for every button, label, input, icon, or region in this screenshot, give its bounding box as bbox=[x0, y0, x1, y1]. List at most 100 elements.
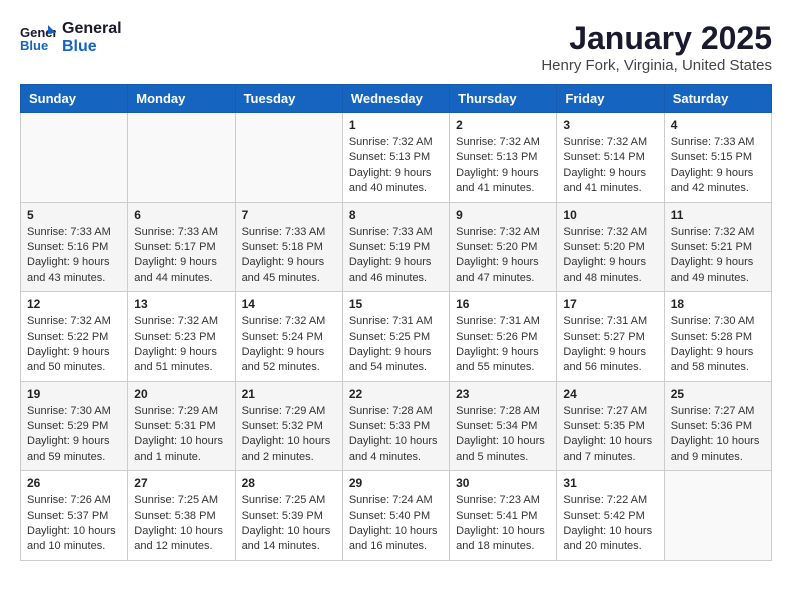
day-info: Sunrise: 7:27 AM Sunset: 5:35 PM Dayligh… bbox=[563, 404, 657, 466]
header-row: Sunday Monday Tuesday Wednesday Thursday… bbox=[21, 85, 772, 113]
header-thursday: Thursday bbox=[450, 85, 557, 113]
day-number: 1 bbox=[349, 118, 443, 132]
table-row: 15 Sunrise: 7:31 AM Sunset: 5:25 PM Dayli… bbox=[342, 292, 449, 382]
day-number: 17 bbox=[563, 297, 657, 311]
table-row: 7 Sunrise: 7:33 AM Sunset: 5:18 PM Daylig… bbox=[235, 202, 342, 292]
week-row-5: 26 Sunrise: 7:26 AM Sunset: 5:37 PM Dayli… bbox=[21, 471, 772, 561]
table-row: 27 Sunrise: 7:25 AM Sunset: 5:38 PM Dayli… bbox=[128, 471, 235, 561]
header-saturday: Saturday bbox=[664, 85, 771, 113]
logo-wordmark: General Blue bbox=[62, 20, 122, 55]
day-number: 31 bbox=[563, 476, 657, 490]
day-info: Sunrise: 7:33 AM Sunset: 5:17 PM Dayligh… bbox=[134, 225, 228, 287]
header-friday: Friday bbox=[557, 85, 664, 113]
day-number: 14 bbox=[242, 297, 336, 311]
header-sunday: Sunday bbox=[21, 85, 128, 113]
day-info: Sunrise: 7:26 AM Sunset: 5:37 PM Dayligh… bbox=[27, 493, 121, 555]
table-row: 24 Sunrise: 7:27 AM Sunset: 5:35 PM Dayli… bbox=[557, 381, 664, 471]
day-info: Sunrise: 7:32 AM Sunset: 5:20 PM Dayligh… bbox=[456, 225, 550, 287]
svg-text:Blue: Blue bbox=[20, 38, 48, 53]
day-number: 27 bbox=[134, 476, 228, 490]
day-number: 23 bbox=[456, 387, 550, 401]
day-info: Sunrise: 7:27 AM Sunset: 5:36 PM Dayligh… bbox=[671, 404, 765, 466]
table-row: 17Sunrise: 7:31 AM Sunset: 5:27 PM Dayli… bbox=[557, 292, 664, 382]
day-info: Sunrise: 7:33 AM Sunset: 5:19 PM Dayligh… bbox=[349, 225, 443, 287]
day-info: Sunrise: 7:33 AM Sunset: 5:16 PM Dayligh… bbox=[27, 225, 121, 287]
header-monday: Monday bbox=[128, 85, 235, 113]
day-info: Sunrise: 7:32 AM Sunset: 5:14 PM Dayligh… bbox=[563, 135, 657, 197]
day-number: 9 bbox=[456, 208, 550, 222]
day-info: Sunrise: 7:32 AM Sunset: 5:20 PM Dayligh… bbox=[563, 225, 657, 287]
table-row bbox=[21, 113, 128, 203]
table-row bbox=[128, 113, 235, 203]
table-row: 9 Sunrise: 7:32 AM Sunset: 5:20 PM Daylig… bbox=[450, 202, 557, 292]
day-number: 10 bbox=[563, 208, 657, 222]
day-number: 11 bbox=[671, 208, 765, 222]
day-info: Sunrise: 7:32 AM Sunset: 5:22 PM Dayligh… bbox=[27, 314, 121, 376]
day-number: 25 bbox=[671, 387, 765, 401]
day-number: 2 bbox=[456, 118, 550, 132]
day-info: Sunrise: 7:30 AM Sunset: 5:29 PM Dayligh… bbox=[27, 404, 121, 466]
header-tuesday: Tuesday bbox=[235, 85, 342, 113]
table-row: 21 Sunrise: 7:29 AM Sunset: 5:32 PM Dayli… bbox=[235, 381, 342, 471]
table-row: 29Sunrise: 7:24 AM Sunset: 5:40 PM Dayli… bbox=[342, 471, 449, 561]
day-info: Sunrise: 7:23 AM Sunset: 5:41 PM Dayligh… bbox=[456, 493, 550, 555]
table-row: 23 Sunrise: 7:28 AM Sunset: 5:34 PM Dayli… bbox=[450, 381, 557, 471]
table-row: 22Sunrise: 7:28 AM Sunset: 5:33 PM Dayli… bbox=[342, 381, 449, 471]
day-number: 8 bbox=[349, 208, 443, 222]
day-number: 18 bbox=[671, 297, 765, 311]
table-row: 19 Sunrise: 7:30 AM Sunset: 5:29 PM Dayli… bbox=[21, 381, 128, 471]
table-row: 12Sunrise: 7:32 AM Sunset: 5:22 PM Dayli… bbox=[21, 292, 128, 382]
table-row: 8 Sunrise: 7:33 AM Sunset: 5:19 PM Daylig… bbox=[342, 202, 449, 292]
day-number: 15 bbox=[349, 297, 443, 311]
week-row-4: 19 Sunrise: 7:30 AM Sunset: 5:29 PM Dayli… bbox=[21, 381, 772, 471]
day-number: 30 bbox=[456, 476, 550, 490]
table-row: 3 Sunrise: 7:32 AM Sunset: 5:14 PM Daylig… bbox=[557, 113, 664, 203]
day-number: 20 bbox=[134, 387, 228, 401]
table-row: 20Sunrise: 7:29 AM Sunset: 5:31 PM Dayli… bbox=[128, 381, 235, 471]
day-number: 13 bbox=[134, 297, 228, 311]
day-info: Sunrise: 7:22 AM Sunset: 5:42 PM Dayligh… bbox=[563, 493, 657, 555]
logo: General Blue General Blue General Blue bbox=[20, 20, 122, 55]
day-number: 3 bbox=[563, 118, 657, 132]
day-info: Sunrise: 7:28 AM Sunset: 5:33 PM Dayligh… bbox=[349, 404, 443, 466]
table-row: 30 Sunrise: 7:23 AM Sunset: 5:41 PM Dayli… bbox=[450, 471, 557, 561]
day-number: 7 bbox=[242, 208, 336, 222]
table-row: 2 Sunrise: 7:32 AM Sunset: 5:13 PM Daylig… bbox=[450, 113, 557, 203]
day-number: 19 bbox=[27, 387, 121, 401]
table-row: 5Sunrise: 7:33 AM Sunset: 5:16 PM Daylig… bbox=[21, 202, 128, 292]
table-row: 25 Sunrise: 7:27 AM Sunset: 5:36 PM Dayli… bbox=[664, 381, 771, 471]
day-info: Sunrise: 7:28 AM Sunset: 5:34 PM Dayligh… bbox=[456, 404, 550, 466]
week-row-3: 12Sunrise: 7:32 AM Sunset: 5:22 PM Dayli… bbox=[21, 292, 772, 382]
logo-icon: General Blue bbox=[20, 23, 56, 53]
day-number: 21 bbox=[242, 387, 336, 401]
table-row: 1Sunrise: 7:32 AM Sunset: 5:13 PM Daylig… bbox=[342, 113, 449, 203]
week-row-2: 5Sunrise: 7:33 AM Sunset: 5:16 PM Daylig… bbox=[21, 202, 772, 292]
day-number: 16 bbox=[456, 297, 550, 311]
table-row: 11 Sunrise: 7:32 AM Sunset: 5:21 PM Dayli… bbox=[664, 202, 771, 292]
title-area: January 2025 Henry Fork, Virginia, Unite… bbox=[541, 20, 772, 74]
day-number: 26 bbox=[27, 476, 121, 490]
day-info: Sunrise: 7:33 AM Sunset: 5:15 PM Dayligh… bbox=[671, 135, 765, 197]
day-info: Sunrise: 7:29 AM Sunset: 5:32 PM Dayligh… bbox=[242, 404, 336, 466]
day-info: Sunrise: 7:32 AM Sunset: 5:13 PM Dayligh… bbox=[456, 135, 550, 197]
day-info: Sunrise: 7:33 AM Sunset: 5:18 PM Dayligh… bbox=[242, 225, 336, 287]
calendar-subtitle: Henry Fork, Virginia, United States bbox=[541, 57, 772, 74]
day-info: Sunrise: 7:32 AM Sunset: 5:21 PM Dayligh… bbox=[671, 225, 765, 287]
day-info: Sunrise: 7:24 AM Sunset: 5:40 PM Dayligh… bbox=[349, 493, 443, 555]
day-info: Sunrise: 7:30 AM Sunset: 5:28 PM Dayligh… bbox=[671, 314, 765, 376]
table-row: 4Sunrise: 7:33 AM Sunset: 5:15 PM Daylig… bbox=[664, 113, 771, 203]
day-info: Sunrise: 7:32 AM Sunset: 5:23 PM Dayligh… bbox=[134, 314, 228, 376]
day-number: 6 bbox=[134, 208, 228, 222]
week-row-1: 1 Sunrise: 7:32 AM Sunset: 5:13 PM Daylig… bbox=[21, 113, 772, 203]
day-info: Sunrise: 7:25 AM Sunset: 5:39 PM Dayligh… bbox=[242, 493, 336, 555]
table-row: 6 Sunrise: 7:33 AM Sunset: 5:17 PM Daylig… bbox=[128, 202, 235, 292]
day-number: 24 bbox=[563, 387, 657, 401]
day-info: Sunrise: 7:25 AM Sunset: 5:38 PM Dayligh… bbox=[134, 493, 228, 555]
table-row: 13 Sunrise: 7:32 AM Sunset: 5:23 PM Dayli… bbox=[128, 292, 235, 382]
table-row bbox=[235, 113, 342, 203]
header: General Blue General Blue General Blue J… bbox=[20, 20, 772, 74]
table-row: 16Sunrise: 7:31 AM Sunset: 5:26 PM Dayli… bbox=[450, 292, 557, 382]
day-info: Sunrise: 7:31 AM Sunset: 5:25 PM Dayligh… bbox=[349, 314, 443, 376]
table-row: 18 Sunrise: 7:30 AM Sunset: 5:28 PM Dayli… bbox=[664, 292, 771, 382]
table-row: 10 Sunrise: 7:32 AM Sunset: 5:20 PM Dayli… bbox=[557, 202, 664, 292]
